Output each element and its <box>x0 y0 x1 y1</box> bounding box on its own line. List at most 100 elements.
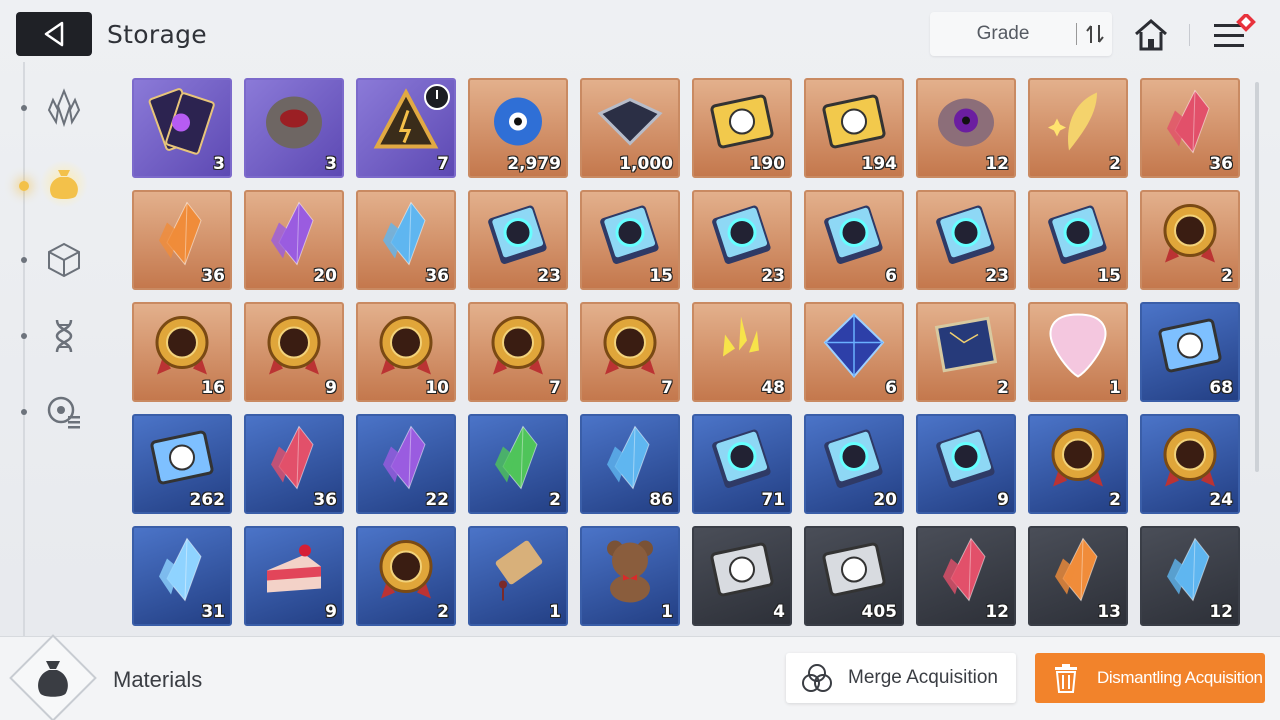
merge-acquisition-button[interactable]: Merge Acquisition <box>786 653 1016 703</box>
item-slot[interactable]: 2 <box>356 526 456 626</box>
home-icon <box>1135 19 1167 51</box>
gold-ticket-icon <box>707 91 777 158</box>
item-count: 12 <box>1209 602 1233 622</box>
target-medal-icon <box>597 313 663 384</box>
shield-manual-icon <box>821 425 887 496</box>
sword-manual-icon <box>709 425 775 496</box>
item-count: 1 <box>661 602 673 622</box>
item-slot[interactable]: 12 <box>916 78 1016 178</box>
item-slot[interactable]: 405 <box>804 526 904 626</box>
merge-label: Merge Acquisition <box>848 667 998 688</box>
menu-button[interactable] <box>1212 12 1260 54</box>
item-slot[interactable]: 2 <box>1028 414 1128 514</box>
sidebar-dot-active <box>19 181 29 191</box>
item-count: 9 <box>325 378 337 398</box>
item-slot[interactable]: 3 <box>132 78 232 178</box>
item-slot[interactable]: 20 <box>804 414 904 514</box>
item-slot[interactable]: 20 <box>244 190 344 290</box>
sword-manual-icon <box>485 201 551 272</box>
item-count: 190 <box>749 154 786 174</box>
item-slot[interactable]: 2,979 <box>468 78 568 178</box>
sidebar-dot <box>21 409 27 415</box>
orange-crystal-icon <box>149 199 215 274</box>
item-slot[interactable]: 7 <box>356 78 456 178</box>
item-count: 86 <box>649 490 673 510</box>
pouch-icon <box>50 170 78 199</box>
grid-scrollbar[interactable] <box>1255 82 1259 472</box>
bolt-manual-icon <box>933 425 999 496</box>
item-slot[interactable]: 2 <box>468 414 568 514</box>
item-slot[interactable]: 23 <box>916 190 1016 290</box>
item-slot[interactable]: 36 <box>244 414 344 514</box>
item-count: 6 <box>885 378 897 398</box>
star-map-book-icon <box>930 313 1002 384</box>
item-slot[interactable]: 1 <box>580 526 680 626</box>
item-slot[interactable]: 15 <box>1028 190 1128 290</box>
item-slot[interactable]: 1 <box>1028 302 1128 402</box>
item-slot[interactable]: 6 <box>804 302 904 402</box>
sort-label: Grade <box>976 23 1030 44</box>
item-slot[interactable]: 190 <box>692 78 792 178</box>
sidebar-item-modules[interactable] <box>40 236 88 284</box>
merge-icon <box>802 664 832 692</box>
item-slot[interactable]: 31 <box>132 526 232 626</box>
gold-star-ticket-icon <box>819 91 889 158</box>
item-slot[interactable]: 10 <box>356 302 456 402</box>
item-slot[interactable]: 2 <box>916 302 1016 402</box>
item-count: 9 <box>997 490 1009 510</box>
item-slot[interactable]: 16 <box>132 302 232 402</box>
timer-icon <box>424 84 450 110</box>
sidebar-item-crystals[interactable] <box>40 84 88 132</box>
grade-sort-button[interactable]: Grade <box>930 12 1112 56</box>
item-slot[interactable]: 3 <box>244 78 344 178</box>
crystal-cluster-icon <box>47 88 81 128</box>
item-slot[interactable]: 2 <box>1028 78 1128 178</box>
item-slot[interactable]: 68 <box>1140 302 1240 402</box>
item-slot[interactable]: 23 <box>468 190 568 290</box>
item-slot[interactable]: 36 <box>1140 78 1240 178</box>
green-crystal-icon <box>485 423 551 498</box>
item-slot[interactable]: 23 <box>692 190 792 290</box>
item-slot[interactable]: 7 <box>468 302 568 402</box>
item-slot[interactable]: 9 <box>244 526 344 626</box>
item-slot[interactable]: 9 <box>916 414 1016 514</box>
item-slot[interactable]: 1 <box>468 526 568 626</box>
item-slot[interactable]: 24 <box>1140 414 1240 514</box>
item-slot[interactable]: 2 <box>1140 190 1240 290</box>
item-slot[interactable]: 86 <box>580 414 680 514</box>
item-slot[interactable]: 262 <box>132 414 232 514</box>
sort-order-icon[interactable] <box>1077 23 1112 45</box>
dismantle-label: Dismantling Acquisition <box>1097 668 1263 687</box>
item-slot[interactable]: 13 <box>1028 526 1128 626</box>
dismantling-acquisition-button[interactable]: Dismantling Acquisition <box>1035 653 1265 703</box>
back-button[interactable] <box>16 12 92 56</box>
item-slot[interactable]: 7 <box>580 302 680 402</box>
item-slot[interactable]: 1,000 <box>580 78 680 178</box>
item-slot[interactable]: 4 <box>692 526 792 626</box>
sidebar-dot <box>21 105 27 111</box>
item-slot[interactable]: 15 <box>580 190 680 290</box>
item-count: 31 <box>201 602 225 622</box>
item-count: 2 <box>1109 490 1121 510</box>
item-slot[interactable]: 71 <box>692 414 792 514</box>
item-slot[interactable]: 22 <box>356 414 456 514</box>
home-button[interactable] <box>1132 17 1170 53</box>
sidebar-item-genes[interactable] <box>40 312 88 360</box>
item-grid: 3 3 7 2,979 1,000 190 194 12 2 36 36 20 36 23 15 23 6 23 1… <box>132 78 1242 628</box>
blue-ticket-icon <box>1155 315 1225 382</box>
item-slot[interactable]: 12 <box>1140 526 1240 626</box>
tag-icon <box>483 535 553 610</box>
item-slot[interactable]: 6 <box>804 190 904 290</box>
item-slot[interactable]: 12 <box>916 526 1016 626</box>
item-slot[interactable]: 36 <box>132 190 232 290</box>
blue-crystal-icon <box>597 423 663 498</box>
item-slot[interactable]: 194 <box>804 78 904 178</box>
item-slot[interactable]: 48 <box>692 302 792 402</box>
red-star-medal-icon <box>373 537 439 608</box>
item-slot[interactable]: 36 <box>356 190 456 290</box>
item-count: 16 <box>201 378 225 398</box>
item-slot[interactable]: 9 <box>244 302 344 402</box>
item-count: 36 <box>201 266 225 286</box>
sidebar-item-materials[interactable] <box>40 160 88 208</box>
sidebar-item-badges[interactable] <box>40 388 88 436</box>
